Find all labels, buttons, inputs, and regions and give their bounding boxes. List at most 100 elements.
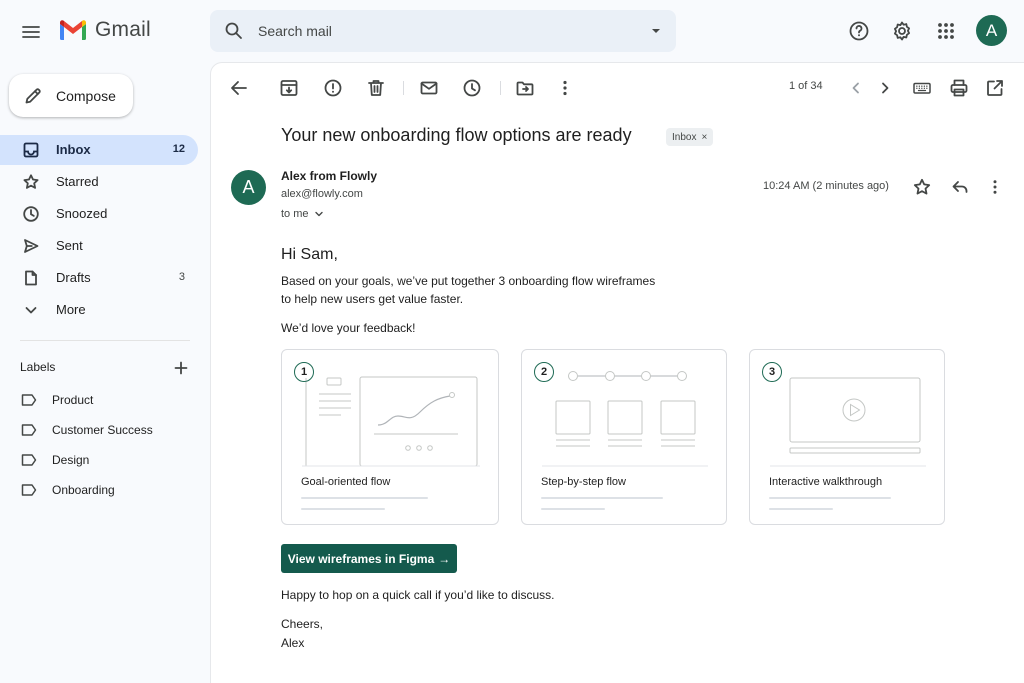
sidebar-item-label: Sent <box>56 238 83 253</box>
clock-icon <box>22 205 40 223</box>
label-name: Product <box>52 393 94 407</box>
arrow-right-icon: → <box>438 551 451 566</box>
label-name: Design <box>52 453 90 467</box>
sidebar-item-label: Starred <box>56 174 99 189</box>
open-in-new-window-icon[interactable] <box>984 77 1006 99</box>
recipient-details-toggle[interactable]: to me <box>281 208 324 220</box>
message-more-options-icon[interactable] <box>985 177 1005 197</box>
card-number-badge: 1 <box>294 362 314 382</box>
sidebar-item-label: Drafts <box>56 270 91 285</box>
sidebar-item-drafts[interactable]: Drafts 3 <box>0 263 198 293</box>
card-placeholder-line <box>541 508 605 510</box>
toolbar-divider <box>500 81 501 95</box>
body-paragraph-line: to help new users get value faster. <box>281 292 464 306</box>
account-avatar[interactable]: A <box>976 15 1007 46</box>
star-message-icon[interactable] <box>912 177 932 197</box>
chevron-down-icon <box>22 301 40 319</box>
cta-label: View wireframes in Figma <box>287 551 435 566</box>
gmail-m-icon <box>58 18 88 42</box>
card-title: Goal-oriented flow <box>301 476 391 488</box>
compose-button[interactable]: Compose <box>9 74 133 117</box>
drafts-count: 3 <box>178 271 185 283</box>
label-name: Onboarding <box>52 483 115 497</box>
card-placeholder-line <box>301 508 385 510</box>
email-greeting: Hi Sam, <box>281 246 338 263</box>
email-timestamp: 10:24 AM (2 minutes ago) <box>763 180 889 192</box>
label-design[interactable]: Design <box>0 447 198 473</box>
main-menu-icon[interactable] <box>18 19 44 45</box>
wireframe-card-goal-oriented[interactable]: 1 Goal-oriented flow <box>281 349 499 525</box>
card-title: Interactive walkthrough <box>769 476 883 488</box>
body-paragraph-line: We’d love your feedback! <box>281 321 416 335</box>
report-spam-icon[interactable] <box>322 77 344 99</box>
help-icon[interactable] <box>846 18 872 44</box>
goal-oriented-wireframe-illustration <box>302 376 480 467</box>
card-title: Step-by-step flow <box>541 476 626 488</box>
print-icon[interactable] <box>948 77 970 99</box>
top-bar: Gmail Search mail A <box>0 0 1024 62</box>
snooze-clock-icon[interactable] <box>461 77 483 99</box>
add-label-plus-icon[interactable] <box>172 359 190 377</box>
inbox-label-chip[interactable]: Inbox × <box>666 128 714 146</box>
keyboard-icon[interactable] <box>911 77 933 99</box>
older-chevron-right-icon[interactable] <box>874 77 896 99</box>
sign-off: Cheers, <box>281 617 324 631</box>
wireframe-card-step-by-step[interactable]: 2 Step-by-step flow <box>521 349 727 525</box>
search-input[interactable]: Search mail <box>258 23 332 39</box>
wireframe-card-interactive-walkthrough[interactable]: 3 Interactive walkthrough <box>749 349 945 525</box>
archive-icon[interactable] <box>278 77 300 99</box>
sidebar-item-more[interactable]: More <box>0 295 198 325</box>
search-icon[interactable] <box>224 21 244 41</box>
sidebar-item-inbox[interactable]: Inbox 12 <box>0 135 198 165</box>
more-options-vertical-icon[interactable] <box>554 77 576 99</box>
settings-gear-icon[interactable] <box>889 18 915 44</box>
sidebar-item-label: Inbox <box>56 142 91 157</box>
label-customer-success[interactable]: Customer Success <box>0 417 198 443</box>
sidebar-item-starred[interactable]: Starred <box>0 167 198 197</box>
star-icon <box>22 173 40 191</box>
sidebar-divider <box>20 340 190 341</box>
apps-grid-icon[interactable] <box>933 18 959 44</box>
back-arrow-icon[interactable] <box>228 77 250 99</box>
compose-label: Compose <box>56 88 116 104</box>
body-paragraph-line: Based on your goals, we’ve put together … <box>281 274 656 288</box>
label-product[interactable]: Product <box>0 387 198 413</box>
card-placeholder-line <box>769 497 891 499</box>
label-tag-icon <box>21 393 37 407</box>
card-placeholder-line <box>541 497 663 499</box>
newer-chevron-left-icon[interactable] <box>845 77 867 99</box>
view-wireframes-figma-button[interactable]: View wireframes in Figma → <box>281 544 457 573</box>
recipient-label: to me <box>281 208 309 220</box>
label-tag-icon <box>21 423 37 437</box>
search-options-icon[interactable] <box>650 25 662 37</box>
card-placeholder-line <box>301 497 428 499</box>
delete-trash-icon[interactable] <box>365 77 387 99</box>
label-name: Customer Success <box>52 423 153 437</box>
closing-line: Happy to hop on a quick call if you’d li… <box>281 588 555 602</box>
card-number-badge: 3 <box>762 362 782 382</box>
card-placeholder-line <box>769 508 833 510</box>
mark-unread-mail-icon[interactable] <box>418 77 440 99</box>
sender-avatar[interactable]: A <box>231 170 266 205</box>
pencil-icon <box>23 86 43 106</box>
move-to-folder-icon[interactable] <box>514 77 536 99</box>
email-view: 1 of 34 Your new onboarding flow options… <box>210 62 1024 683</box>
label-tag-icon <box>21 483 37 497</box>
search-bar[interactable]: Search mail <box>210 10 676 52</box>
label-onboarding[interactable]: Onboarding <box>0 477 198 503</box>
sidebar-item-sent[interactable]: Sent <box>0 231 198 261</box>
sender-name: Alex from Flowly <box>281 169 378 183</box>
gmail-logo[interactable]: Gmail <box>58 18 151 42</box>
reply-arrow-icon[interactable] <box>950 177 970 197</box>
send-icon <box>22 237 40 255</box>
card-number-badge: 2 <box>534 362 554 382</box>
file-icon <box>22 269 40 287</box>
labels-heading: Labels <box>20 360 56 374</box>
remove-label-close-icon[interactable]: × <box>701 132 707 143</box>
pagination-count: 1 of 34 <box>789 80 823 92</box>
sidebar-item-label: Snoozed <box>56 206 108 221</box>
sender-email: alex@flowly.com <box>281 188 363 200</box>
sidebar-item-snoozed[interactable]: Snoozed <box>0 199 198 229</box>
unread-count: 12 <box>172 143 185 155</box>
signature-name: Alex <box>281 636 305 650</box>
